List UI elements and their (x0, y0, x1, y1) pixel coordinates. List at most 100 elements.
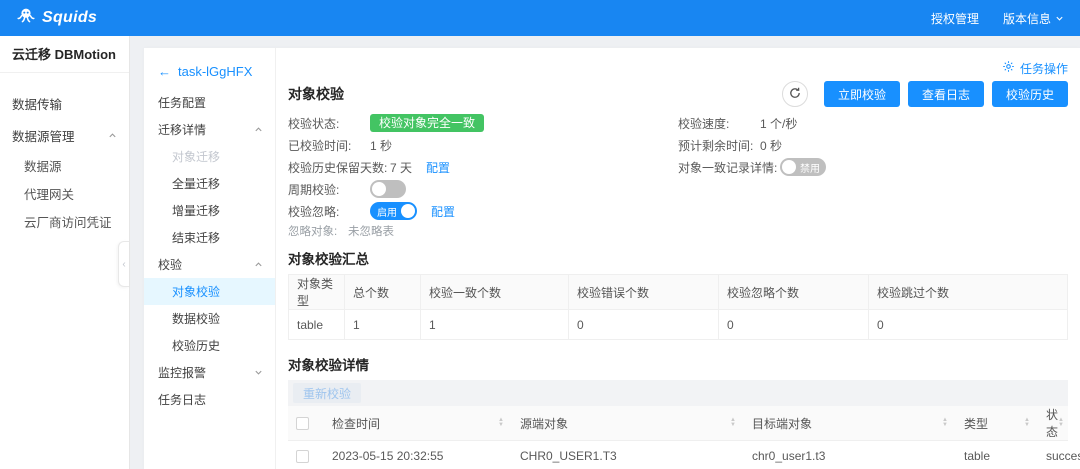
toggle-handle (782, 160, 796, 174)
column-header-sortable[interactable]: 源端对象 ▲ ▼ (512, 406, 744, 441)
chevron-down-icon (254, 368, 263, 377)
column-header-label: 状态 (1046, 408, 1059, 439)
column-header: 校验跳过个数 (868, 274, 1068, 310)
row-checkbox[interactable] (296, 449, 309, 463)
details-section-title: 对象校验详情 (288, 358, 369, 373)
tasknav-item-task-log[interactable]: 任务日志 (144, 386, 275, 413)
column-header: 校验忽略个数 (718, 274, 869, 310)
sidebar-collapse-handle[interactable]: ‹ (118, 241, 129, 287)
table-cell-status: success (1038, 440, 1080, 469)
tasknav-label: 任务日志 (158, 393, 207, 407)
tasknav-item-task-config[interactable]: 任务配置 (144, 89, 275, 116)
sidebar-item-proxy-gateway[interactable]: 代理网关 (0, 179, 129, 207)
sidebar-item-label: 代理网关 (24, 187, 75, 202)
consistent-record-label: 对象一致记录详情: (678, 160, 778, 175)
retention-config-link[interactable]: 配置 (426, 159, 450, 176)
column-header-sortable[interactable]: 状态 ▲ ▼ (1038, 406, 1068, 441)
toggle-handle (401, 204, 415, 218)
tasknav-label: 校验 (158, 258, 183, 272)
sort-icon[interactable]: ▲ ▼ (730, 417, 736, 428)
chevron-up-icon (254, 260, 263, 269)
verify-now-button[interactable]: 立即校验 (823, 81, 900, 107)
column-header-sortable[interactable]: 检查时间 ▲ ▼ (324, 406, 512, 441)
sidebar-item-label: 数据传输 (12, 97, 63, 112)
sort-icon[interactable]: ▲ ▼ (1058, 417, 1064, 428)
tasknav-item-data-verify[interactable]: 数据校验 (144, 305, 275, 332)
tasknav-item-object-verify[interactable]: 对象校验 (144, 278, 275, 305)
verify-ignore-label: 校验忽略: (288, 204, 340, 219)
tasknav-label: 对象校验 (172, 285, 221, 299)
summary-table: 对象类型 总个数 校验一致个数 校验错误个数 校验忽略个数 校验跳过个数 tab… (288, 274, 1068, 340)
select-all-checkbox[interactable] (296, 417, 309, 431)
main-panel: 任务操作 对象校验 立即校验 查看日志 校验历史 校验状态: 校验对象完全一致 … (276, 48, 1080, 469)
tasknav-item-verify[interactable]: 校验 (144, 251, 275, 278)
chevron-down-icon (1055, 14, 1064, 23)
verify-history-button[interactable]: 校验历史 (991, 81, 1068, 107)
speed-value: 1 个/秒 (760, 116, 798, 131)
tasknav-label: 校验历史 (172, 339, 221, 353)
ignore-config-link[interactable]: 配置 (431, 203, 455, 220)
task-name: task-lGgHFX (178, 64, 253, 79)
back-to-task-list[interactable]: ← task-lGgHFX (144, 62, 275, 89)
tasknav-label: 迁移详情 (158, 123, 207, 137)
column-header: 对象类型 (288, 274, 345, 310)
consistent-record-toggle[interactable]: 禁用 (780, 158, 826, 176)
refresh-button[interactable] (781, 81, 808, 107)
ignored-objects-value: 未忽略表 (348, 226, 394, 238)
periodic-verify-toggle[interactable] (370, 180, 406, 198)
status-badge: 校验对象完全一致 (370, 114, 485, 132)
squids-octopus-icon (16, 6, 36, 31)
column-header-sortable[interactable]: 类型 ▲ ▼ (956, 406, 1038, 441)
view-log-button[interactable]: 查看日志 (907, 81, 984, 107)
verify-ignore-toggle[interactable]: 启用 (370, 202, 417, 220)
sort-icon[interactable]: ▲ ▼ (498, 417, 504, 428)
sidebar: 云迁移 DBMotion 数据传输 数据源管理 数据源 代理网关 云厂商访问凭证 (0, 36, 130, 469)
sort-icon[interactable]: ▲ ▼ (942, 417, 948, 428)
row-select-cell (288, 440, 324, 469)
product-title: 云迁移 DBMotion (0, 36, 129, 73)
elapsed-label: 已校验时间: (288, 138, 352, 153)
retention-label: 校验历史保留天数: (288, 160, 388, 175)
page-title: 对象校验 (288, 86, 344, 102)
sidebar-item-data-transfer[interactable]: 数据传输 (0, 87, 129, 119)
sidebar-item-datasource[interactable]: 数据源 (0, 151, 129, 179)
remaining-value: 0 秒 (760, 138, 783, 153)
recheck-button[interactable]: 重新校验 (293, 383, 362, 403)
gear-icon (1002, 60, 1015, 76)
auth-management-link[interactable]: 授权管理 (931, 10, 979, 27)
speed-label: 校验速度: (678, 116, 730, 131)
top-links: 授权管理 版本信息 (931, 10, 1064, 27)
details-header-row: 检查时间 ▲ ▼ 源端对象 ▲ ▼ 目标端对象 ▲ ▼ 类型 ▲ ▼ 状态 ▲ … (288, 406, 1068, 441)
tasknav-item-monitor-alarm[interactable]: 监控报警 (144, 359, 275, 386)
tasknav-item-incremental-migration[interactable]: 增量迁移 (144, 197, 275, 224)
ignored-objects-label: 忽略对象: (288, 226, 338, 238)
back-arrow-icon: ← (158, 64, 171, 79)
version-info-link[interactable]: 版本信息 (1003, 10, 1064, 27)
sidebar-item-datasource-management[interactable]: 数据源管理 (0, 119, 129, 151)
tasknav-item-migration-detail[interactable]: 迁移详情 (144, 116, 275, 143)
column-header-label: 源端对象 (520, 416, 569, 431)
select-all-cell (288, 406, 324, 441)
column-header: 校验一致个数 (420, 274, 569, 310)
table-cell-source-object: CHR0_USER1.T3 (512, 440, 744, 469)
tasknav-label: 结束迁移 (172, 231, 221, 245)
logo-text: Squids (42, 9, 98, 26)
sidebar-item-label: 数据源 (24, 159, 62, 174)
column-header: 总个数 (344, 274, 421, 310)
tasknav-label: 监控报警 (158, 366, 207, 380)
elapsed-value: 1 秒 (370, 138, 393, 153)
sidebar-item-cloud-credentials[interactable]: 云厂商访问凭证 (0, 207, 129, 235)
column-header-label: 类型 (964, 416, 989, 431)
column-header-sortable[interactable]: 目标端对象 ▲ ▼ (744, 406, 956, 441)
section-header: 对象校验 立即校验 查看日志 校验历史 (288, 78, 1068, 110)
tasknav-item-verify-history[interactable]: 校验历史 (144, 332, 275, 359)
tasknav-item-finish-migration[interactable]: 结束迁移 (144, 224, 275, 251)
toggle-label: 禁用 (800, 163, 820, 175)
tasknav-item-object-migration: 对象迁移 (144, 143, 275, 170)
table-cell: 1 (420, 309, 569, 340)
version-info-label: 版本信息 (1002, 11, 1051, 26)
sort-icon[interactable]: ▲ ▼ (1024, 417, 1030, 428)
app-logo: Squids (16, 6, 97, 31)
task-actions-menu[interactable]: 任务操作 (288, 58, 1068, 78)
tasknav-item-full-migration[interactable]: 全量迁移 (144, 170, 275, 197)
